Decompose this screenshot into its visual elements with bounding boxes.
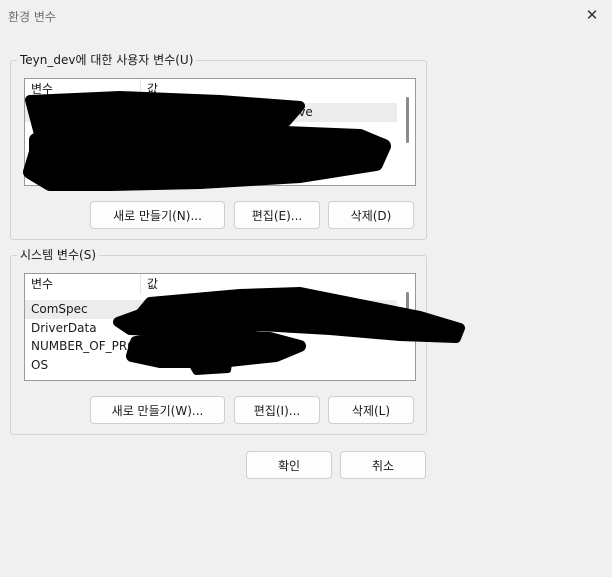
list-header: 변수 값 xyxy=(25,79,415,99)
user-edit-button[interactable]: 편집(E)... xyxy=(234,201,320,229)
column-header-name[interactable]: 변수 xyxy=(25,79,141,99)
scrollbar[interactable] xyxy=(401,274,415,380)
column-header-name[interactable]: 변수 xyxy=(25,274,141,294)
title-bar: 환경 변수 ✕ xyxy=(0,0,612,30)
cancel-button[interactable]: 취소 xyxy=(340,451,426,479)
system-new-button[interactable]: 새로 만들기(W)... xyxy=(90,396,225,424)
user-new-button[interactable]: 새로 만들기(N)... xyxy=(90,201,225,229)
scrollbar-thumb[interactable] xyxy=(406,292,409,314)
variable-name: OS xyxy=(31,358,49,372)
user-variables-group: Teyn_dev에 대한 사용자 변수(U) 변수 값 ive 새로 만들기(N… xyxy=(10,53,427,240)
system-delete-button[interactable]: 삭제(L) xyxy=(328,396,414,424)
user-variables-list[interactable]: 변수 값 ive xyxy=(24,78,416,186)
variable-value: ive xyxy=(295,105,313,119)
list-item[interactable]: ive xyxy=(25,103,397,122)
ok-button[interactable]: 확인 xyxy=(246,451,332,479)
system-variables-legend: 시스템 변수(S) xyxy=(17,248,99,262)
column-header-value[interactable]: 값 xyxy=(141,274,391,294)
window-title: 환경 변수 xyxy=(8,10,56,24)
system-variables-list[interactable]: 변수 값 ComSpec DriverData NUMBER_OF_PRO...… xyxy=(24,273,416,381)
list-item[interactable]: OS xyxy=(25,356,397,375)
list-item[interactable] xyxy=(25,122,397,141)
variable-name: NUMBER_OF_PRO... xyxy=(31,339,148,353)
close-icon[interactable]: ✕ xyxy=(572,0,612,30)
column-header-value[interactable]: 값 xyxy=(141,79,391,99)
variable-name: DriverData xyxy=(31,321,97,335)
user-variables-legend: Teyn_dev에 대한 사용자 변수(U) xyxy=(17,53,197,67)
list-item[interactable]: NUMBER_OF_PRO... xyxy=(25,337,397,356)
list-header: 변수 값 xyxy=(25,274,415,294)
scrollbar-thumb[interactable] xyxy=(406,97,409,143)
system-variables-group: 시스템 변수(S) 변수 값 ComSpec DriverData NUMBER… xyxy=(10,248,427,435)
scrollbar[interactable] xyxy=(401,79,415,185)
variable-name: ComSpec xyxy=(31,302,88,316)
list-item[interactable]: ComSpec xyxy=(25,300,397,319)
user-delete-button[interactable]: 삭제(D) xyxy=(328,201,414,229)
system-edit-button[interactable]: 편집(I)... xyxy=(234,396,320,424)
list-item[interactable]: DriverData xyxy=(25,319,397,338)
